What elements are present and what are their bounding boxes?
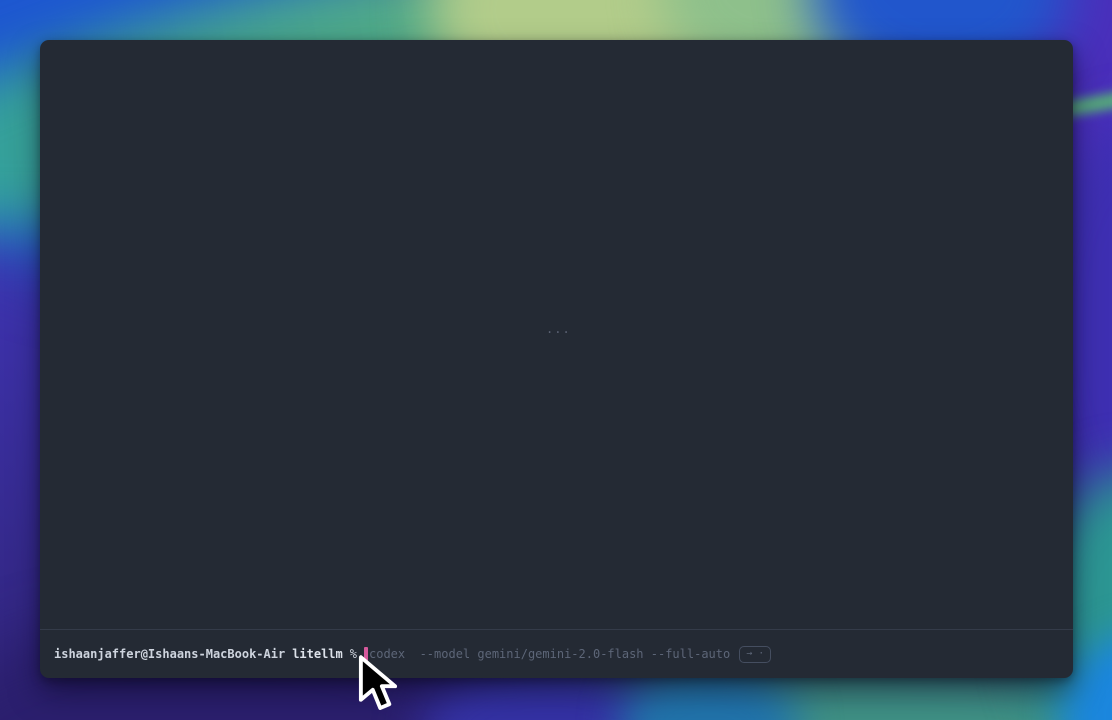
tab-hint-badge: → · <box>739 646 771 663</box>
prompt-symbol: % <box>350 646 357 662</box>
prompt-user-host: ishaanjaffer@Ishaans-MacBook-Air <box>54 646 285 662</box>
prompt-bar[interactable]: ishaanjaffer@Ishaans-MacBook-Air litellm%… <box>40 630 1073 678</box>
output-ellipsis: ... <box>546 321 571 337</box>
text-cursor <box>364 647 368 661</box>
autosuggestion-text: codex --model gemini/gemini-2.0-flash --… <box>369 646 730 662</box>
terminal-output: ... <box>40 40 1073 629</box>
desktop: ... ishaanjaffer@Ishaans-MacBook-Air lite… <box>0 0 1112 720</box>
prompt-directory: litellm <box>292 646 343 662</box>
terminal-window[interactable]: ... ishaanjaffer@Ishaans-MacBook-Air lite… <box>40 40 1073 678</box>
